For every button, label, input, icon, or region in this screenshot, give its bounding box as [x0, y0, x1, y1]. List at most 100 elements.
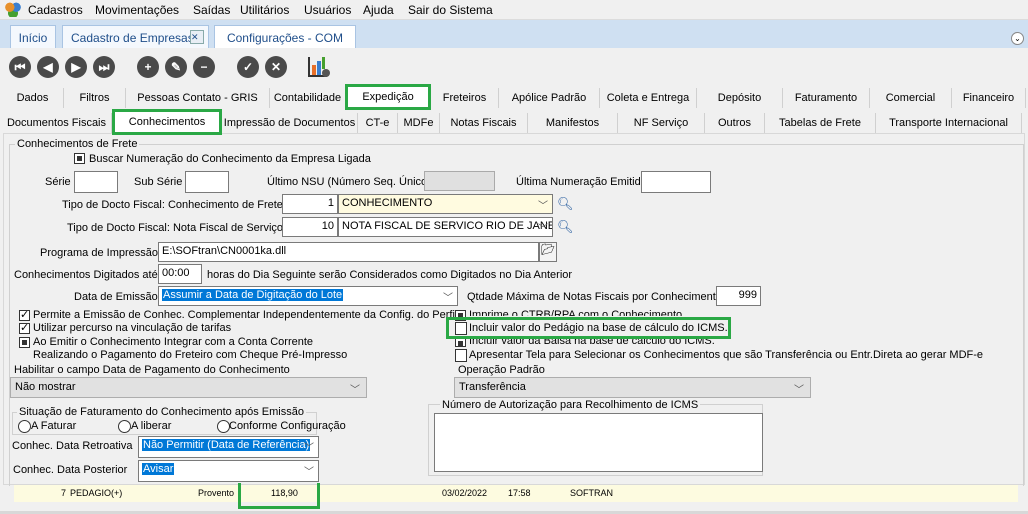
menu-utilitarios[interactable]: Utilitários	[240, 3, 289, 17]
integrar-conta-label: Ao Emitir o Conhecimento Integrar com a …	[33, 336, 314, 348]
tab-deposito[interactable]: Depósito	[697, 88, 783, 108]
close-tab-icon[interactable]: ✕	[190, 30, 204, 44]
tipo-cf-select[interactable]: CONHECIMENTO ﹀	[338, 194, 553, 214]
subtab-nf-servico[interactable]: NF Serviço	[618, 113, 705, 133]
ultima-numeracao-input[interactable]	[641, 171, 711, 193]
buscar-numeracao-checkbox[interactable]	[74, 153, 85, 164]
menu-usuarios[interactable]: Usuários	[304, 3, 351, 17]
data-posterior-select[interactable]: Avisar ﹀	[138, 460, 319, 482]
sub-serie-label: Sub Série	[134, 176, 183, 188]
next-record-icon[interactable]: ▶	[65, 56, 87, 78]
remove-icon[interactable]: −	[193, 56, 215, 78]
radio-a-faturar[interactable]	[18, 420, 31, 433]
serie-label: Série	[45, 176, 71, 188]
ultimo-nsu-input	[424, 171, 495, 191]
subtab-mdfe[interactable]: MDFe	[398, 113, 440, 133]
main-tab-row: Dados Filtros Pessoas Contato - GRIS Con…	[2, 84, 1026, 110]
tab-contabilidade[interactable]: Contabilidade	[270, 88, 346, 108]
digitados-suffix: horas do Dia Seguinte serão Considerados…	[207, 269, 573, 281]
tipo-nf-code-input[interactable]: 10	[282, 217, 338, 237]
serie-input[interactable]	[74, 171, 118, 193]
search-icon[interactable]: 🔍︎	[557, 196, 574, 212]
data-retroativa-label: Conhec. Data Retroativa	[12, 440, 133, 452]
subtab-conhecimentos[interactable]: Conhecimentos	[112, 109, 222, 135]
incluir-balsa-checkbox[interactable]	[455, 339, 466, 347]
data-emissao-label: Data de Emissão	[74, 291, 158, 303]
subtab-notas-fiscais[interactable]: Notas Fiscais	[440, 113, 528, 133]
tab-financeiro[interactable]: Financeiro	[952, 88, 1026, 108]
add-icon[interactable]: +	[137, 56, 159, 78]
radio-a-liberar[interactable]	[118, 420, 131, 433]
document-tab-strip: Início Cadastro de Empresas ✕ Configuraç…	[0, 20, 1028, 48]
chevron-down-icon: ﹀	[538, 201, 548, 212]
edit-icon[interactable]: ✎	[165, 56, 187, 78]
search-icon[interactable]: 🔍︎	[557, 219, 574, 235]
doc-tab-cadastro-empresas[interactable]: Cadastro de Empresas ✕	[62, 25, 209, 48]
menu-sair[interactable]: Sair do Sistema	[408, 3, 493, 17]
data-emissao-value: Assumir a Data de Digitação do Lote	[162, 289, 344, 301]
menu-movimentacoes[interactable]: Movimentações	[95, 3, 179, 17]
subtab-transporte-internacional[interactable]: Transporte Internacional	[876, 113, 1022, 133]
operacao-padrao-select[interactable]: Transferência ﹀	[454, 377, 811, 398]
icms-autorizacao-input[interactable]	[434, 413, 763, 472]
menu-saidas[interactable]: Saídas	[193, 3, 230, 17]
cell-data: 03/02/2022	[442, 488, 488, 498]
menu-ajuda[interactable]: Ajuda	[363, 3, 394, 17]
habilitar-data-pagamento-select[interactable]: Não mostrar ﹀	[10, 377, 367, 398]
app-logo-icon	[5, 2, 21, 17]
tab-expedicao[interactable]: Expedição	[345, 84, 431, 110]
grid-row[interactable]: 7 PEDAGIO(+) Provento 118,90 03/02/2022 …	[14, 485, 1018, 502]
buscar-numeracao-label: Buscar Numeração do Conhecimento da Empr…	[89, 153, 371, 165]
tab-comercial[interactable]: Comercial	[870, 88, 952, 108]
programa-impressao-input[interactable]: E:\SOFtran\CN0001ka.dll	[158, 242, 539, 262]
menu-bar: Cadastros Movimentações Saídas Utilitári…	[0, 0, 1028, 20]
tab-pessoas-contato[interactable]: Pessoas Contato - GRIS	[126, 88, 270, 108]
subtab-impressao-documentos[interactable]: Impressão de Documentos	[222, 113, 358, 133]
doc-tab-inicio[interactable]: Início	[10, 25, 56, 48]
tipo-nf-value: NOTA FISCAL DE SERVICO RIO DE JANE	[342, 220, 553, 232]
tipo-cf-code-input[interactable]: 1	[282, 194, 338, 214]
last-record-icon[interactable]: ⏭	[93, 56, 115, 78]
tab-list-chevron-icon[interactable]: ⌄	[1011, 32, 1024, 45]
data-posterior-value: Avisar	[142, 463, 175, 475]
cancel-icon[interactable]: ✕	[265, 56, 287, 78]
tipo-nf-select[interactable]: NOTA FISCAL DE SERVICO RIO DE JANE ﹀	[338, 217, 553, 237]
chart-settings-icon[interactable]	[307, 55, 331, 79]
digitados-label: Conhecimentos Digitados até	[14, 269, 158, 281]
subtab-documentos-fiscais[interactable]: Documentos Fiscais	[2, 113, 112, 133]
tab-filtros[interactable]: Filtros	[64, 88, 126, 108]
utilizar-percurso-checkbox[interactable]	[19, 321, 30, 334]
doc-tab-configuracoes[interactable]: Configurações - COM	[214, 25, 356, 48]
tab-faturamento[interactable]: Faturamento	[783, 88, 870, 108]
subtab-tabelas-frete[interactable]: Tabelas de Frete	[765, 113, 876, 133]
permite-complementar-checkbox[interactable]	[19, 308, 30, 321]
previous-record-icon[interactable]: ◀	[37, 56, 59, 78]
radio-a-faturar-label: A Faturar	[31, 420, 77, 432]
qtd-max-input[interactable]: 999	[716, 286, 761, 306]
tab-coleta-entrega[interactable]: Coleta e Entrega	[600, 88, 697, 108]
tab-dados[interactable]: Dados	[2, 88, 64, 108]
apresentar-tela-checkbox[interactable]	[455, 349, 467, 362]
tab-freteiros[interactable]: Freteiros	[431, 88, 499, 108]
chevron-down-icon: ﹀	[794, 385, 804, 396]
cell-hora: 17:58	[508, 488, 531, 498]
tab-apolice-padrao[interactable]: Apólice Padrão	[499, 88, 600, 108]
radio-a-liberar-label: A liberar	[131, 420, 172, 432]
subtab-manifestos[interactable]: Manifestos	[528, 113, 618, 133]
digitados-input[interactable]: 00:00	[158, 264, 202, 284]
radio-conforme-label: Conforme Configuração	[229, 420, 346, 432]
menu-cadastros[interactable]: Cadastros	[28, 3, 83, 17]
folder-open-icon[interactable]: 📂︎	[539, 242, 557, 262]
sub-serie-input[interactable]	[185, 171, 229, 193]
subtab-outros[interactable]: Outros	[705, 113, 765, 133]
confirm-icon[interactable]: ✓	[237, 56, 259, 78]
integrar-conta-checkbox[interactable]	[19, 337, 30, 348]
data-posterior-label: Conhec. Data Posterior	[13, 464, 128, 476]
programa-impressao-label: Programa de Impressão	[40, 247, 158, 259]
data-retroativa-select[interactable]: Não Permitir (Data de Referência) ﹀	[138, 436, 319, 458]
ultimo-nsu-label: Último NSU (Número Seq. Único)	[267, 176, 431, 188]
subtab-cte[interactable]: CT-e	[358, 113, 398, 133]
data-emissao-select[interactable]: Assumir a Data de Digitação do Lote ﹀	[158, 286, 458, 306]
ultima-numeracao-label: Última Numeração Emitida	[516, 176, 647, 188]
first-record-icon[interactable]: ⏮	[9, 56, 31, 78]
